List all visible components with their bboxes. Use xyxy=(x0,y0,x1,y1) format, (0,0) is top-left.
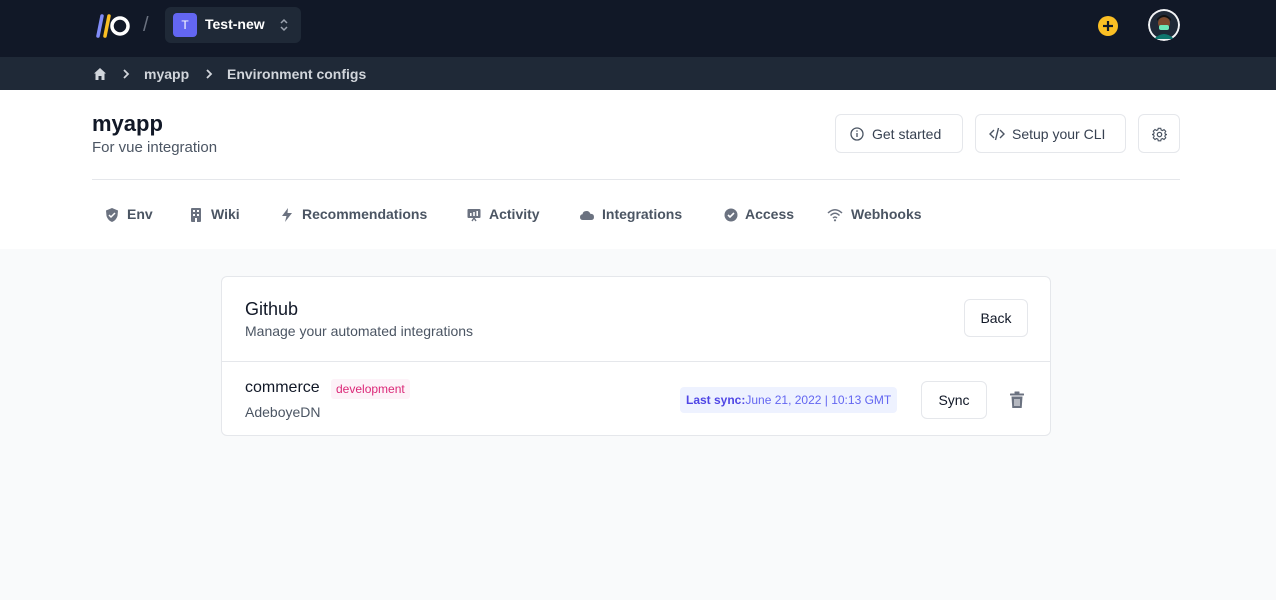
project-switcher[interactable]: T Test-new xyxy=(165,7,301,43)
github-integration-card: Github Manage your automated integration… xyxy=(221,276,1051,436)
tab-activity-label: Activity xyxy=(489,206,540,222)
integration-title: Github xyxy=(245,299,299,319)
tab-webhooks-label: Webhooks xyxy=(851,206,922,222)
app-header: myapp For vue integration Get started Se… xyxy=(0,90,1276,249)
page-title: myapp xyxy=(92,111,163,136)
breadcrumb-item-myapp[interactable]: myapp xyxy=(144,66,189,82)
separator: / xyxy=(143,14,149,36)
breadcrumb: myapp Environment configs xyxy=(0,57,1276,90)
code-icon xyxy=(989,127,1005,141)
logo-icon[interactable] xyxy=(92,14,130,38)
project-avatar: T xyxy=(173,13,197,37)
cloud-icon xyxy=(580,211,594,220)
tab-access-label: Access xyxy=(745,206,795,222)
tab-recommendations-label: Recommendations xyxy=(302,206,428,222)
breadcrumb-item-environment-configs[interactable]: Environment configs xyxy=(227,66,366,82)
environment-badge: development xyxy=(331,379,410,399)
setup-cli-button[interactable]: Setup your CLI xyxy=(975,114,1126,153)
badge-check-icon xyxy=(724,208,738,222)
chevron-right-icon xyxy=(123,69,130,79)
user-avatar[interactable] xyxy=(1148,9,1180,41)
book-icon xyxy=(191,208,201,222)
home-icon[interactable] xyxy=(93,67,107,81)
page-subtitle: For vue integration xyxy=(92,139,218,156)
trash-icon[interactable] xyxy=(1009,391,1025,409)
project-name: Test-new xyxy=(205,16,265,32)
last-sync-value: June 21, 2022 | 10:13 GMT xyxy=(745,393,892,407)
repository-owner: AdeboyeDN xyxy=(245,404,321,420)
presentation-icon xyxy=(467,209,481,222)
tab-wiki-label: Wiki xyxy=(211,206,240,222)
back-button[interactable]: Back xyxy=(964,299,1028,337)
setup-cli-label: Setup your CLI xyxy=(1012,126,1106,142)
last-sync-status: Last sync:June 21, 2022 | 10:13 GMT xyxy=(680,387,898,413)
sync-button[interactable]: Sync xyxy=(921,381,987,419)
wifi-icon xyxy=(827,209,843,222)
tab-env-label: Env xyxy=(127,206,153,222)
info-icon xyxy=(850,127,864,141)
card-divider xyxy=(222,361,1050,362)
repository-name: commerce xyxy=(245,379,320,396)
shield-icon xyxy=(106,208,118,222)
get-started-label: Get started xyxy=(872,126,942,142)
last-sync-label: Last sync: xyxy=(686,393,746,407)
chevron-right-icon xyxy=(206,69,213,79)
add-icon[interactable] xyxy=(1097,15,1119,37)
lightning-icon xyxy=(282,208,292,222)
tab-integrations-label: Integrations xyxy=(602,206,683,222)
integration-subtitle: Manage your automated integrations xyxy=(245,323,474,339)
header-divider xyxy=(92,179,1180,180)
selector-icon xyxy=(280,18,288,32)
gear-icon xyxy=(1152,127,1167,142)
get-started-button[interactable]: Get started xyxy=(835,114,963,153)
settings-button[interactable] xyxy=(1138,114,1180,153)
top-navigation-bar: / T Test-new xyxy=(0,0,1276,57)
